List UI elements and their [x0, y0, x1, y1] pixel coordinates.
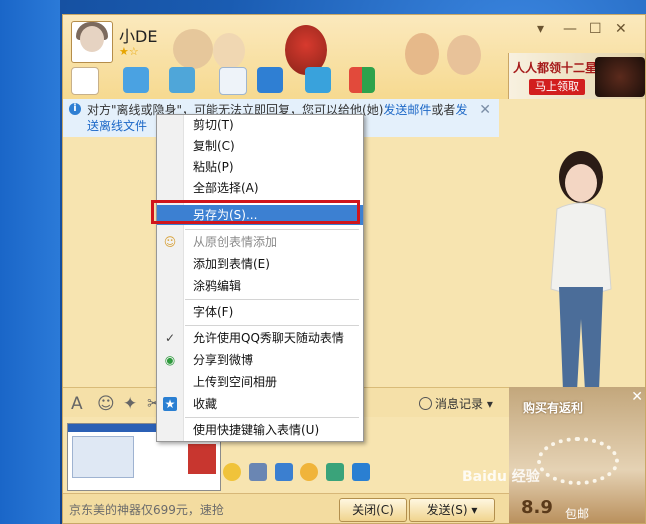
menu-item-allow-qqshow-emoji[interactable]: 允许使用QQ秀聊天随动表情 [193, 329, 344, 347]
bottom-ad-text[interactable]: 京东美的神器仅699元，速抢 [69, 501, 224, 518]
desktop-stripe [0, 0, 60, 524]
avatar-face [80, 26, 104, 52]
remote-desktop-icon[interactable] [257, 67, 283, 93]
send-label: 发送(S) [426, 503, 468, 517]
menu-gutter [157, 115, 184, 441]
ad2-close-icon[interactable]: ✕ [631, 389, 643, 405]
menu-separator [185, 299, 359, 300]
save-icon[interactable] [248, 463, 267, 481]
ad-claim-button[interactable]: 马上领取 [529, 79, 585, 95]
context-menu: 剪切(T) 复制(C) 粘贴(P) 全部选择(A) 另存为(S)... ☺ 从原… [156, 114, 364, 442]
ad2-title: 购买有返利 [523, 401, 584, 415]
menu-item-doodle-edit[interactable]: 涂鸦编辑 [193, 277, 241, 295]
star-icon: ★☆ [119, 45, 139, 58]
thumb-red-block [188, 444, 216, 474]
add-emoji-icon: ☺ [163, 235, 177, 249]
ad-panel-bottom[interactable]: 购买有返利 ✕ 8.9 包邮 [509, 387, 645, 523]
send-button[interactable]: 发送(S) ▾ [409, 498, 495, 522]
message-history-button[interactable]: 消息记录 ▾ [419, 395, 493, 412]
bookmark-icon[interactable] [352, 463, 371, 481]
menu-item-favorite[interactable]: 收藏 [193, 395, 217, 413]
notice-close-icon[interactable]: ✕ [479, 102, 491, 118]
history-label: 消息记录 [435, 397, 484, 411]
emoji-icon[interactable] [300, 463, 319, 481]
menu-separator [185, 417, 359, 418]
send-email-link[interactable]: 发送邮件 [383, 103, 431, 117]
ad-title: 人人都领十二星 [513, 61, 598, 75]
contact-name[interactable]: 小DE [119, 23, 157, 47]
decoration-indian [447, 35, 481, 75]
voice-icon[interactable] [71, 67, 99, 95]
file-transfer-icon[interactable] [169, 67, 195, 93]
close-button[interactable]: 关闭(C) [339, 498, 407, 522]
menu-item-upload-album[interactable]: 上传到空间相册 [193, 373, 277, 391]
ad2-price: 8.9 [521, 497, 553, 518]
dropdown-icon[interactable]: ▾ [537, 21, 544, 37]
chat-header: 小DE ★☆ ▾ — ☐ ✕ 人人都领十二星 马上领取 [63, 15, 645, 101]
menu-item-cut[interactable]: 剪切(T) [193, 116, 234, 134]
avatar[interactable] [71, 21, 113, 63]
menu-item-share-weibo[interactable]: 分享到微博 [193, 351, 253, 369]
close-icon[interactable]: ✕ [615, 21, 627, 37]
menu-item-font[interactable]: 字体(F) [193, 303, 233, 321]
menu-item-shortcut-emoji[interactable]: 使用快捷键输入表情(U) [193, 421, 319, 439]
qq-show-panel [499, 99, 645, 399]
ad-banner-top[interactable]: 人人都领十二星 马上领取 [508, 53, 645, 99]
ad2-shipping: 包邮 [565, 507, 590, 521]
video-icon[interactable] [123, 67, 149, 93]
emoji-icon[interactable]: ☺ [97, 394, 115, 414]
apps-grid-icon[interactable] [349, 67, 375, 93]
weibo-icon: ◉ [164, 353, 176, 367]
notice-text-part2: 或者 [431, 103, 456, 117]
font-icon[interactable]: A [71, 394, 83, 414]
favorite-icon: ★ [163, 397, 177, 411]
ad-game-image [595, 57, 645, 97]
app-icon[interactable] [219, 67, 247, 95]
info-icon: i [69, 103, 81, 115]
decoration-indian [405, 33, 439, 75]
bottom-bar: 京东美的神器仅699元，速抢 关闭(C) 发送(S) ▾ [63, 493, 509, 523]
emoji-icon[interactable] [223, 463, 241, 481]
baidu-watermark: Baidu 经验 [462, 469, 540, 485]
menu-separator [185, 325, 359, 326]
menu-item-paste[interactable]: 粘贴(P) [193, 158, 234, 176]
decoration-pilgrim [173, 29, 213, 69]
menu-separator [185, 229, 359, 230]
picture-icon[interactable] [326, 463, 345, 481]
clock-icon [419, 397, 432, 410]
share-screen-icon[interactable] [305, 67, 331, 93]
menu-item-select-all[interactable]: 全部选择(A) [193, 179, 259, 197]
qq-show-avatar-image [550, 151, 612, 397]
monitor-icon[interactable] [274, 463, 293, 481]
menu-item-add-from-original: 从原创表情添加 [193, 235, 278, 249]
checkmark-icon: ✓ [164, 331, 176, 345]
highlight-box [151, 200, 360, 224]
maximize-icon[interactable]: ☐ [589, 21, 602, 37]
emoji-row [223, 463, 374, 481]
bracelet-image [537, 437, 619, 485]
menu-item-copy[interactable]: 复制(C) [193, 137, 235, 155]
decoration-pilgrim [213, 33, 245, 69]
menu-item-add-to-emoji[interactable]: 添加到表情(E) [193, 255, 270, 273]
minimize-icon[interactable]: — [563, 21, 577, 37]
thumb-panel [72, 436, 134, 478]
magic-emoji-icon[interactable]: ✦ [123, 394, 137, 414]
